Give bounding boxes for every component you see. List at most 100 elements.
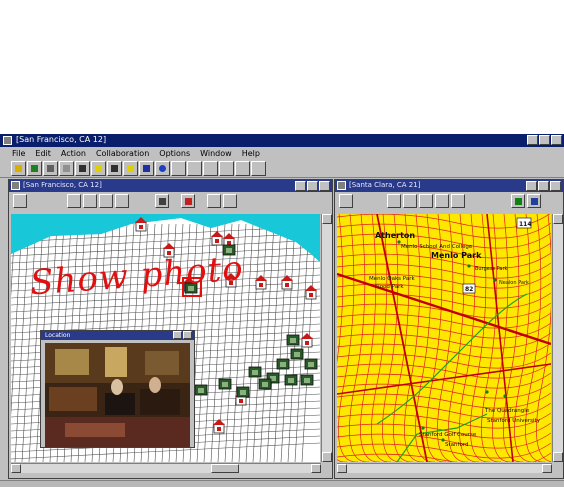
- select-button[interactable]: [75, 161, 90, 176]
- left-minimize-button[interactable]: [295, 181, 306, 191]
- pointer-tool-button[interactable]: [339, 194, 353, 208]
- poi-dot: [397, 240, 401, 244]
- right-tool-2[interactable]: [387, 194, 401, 208]
- house-door-icon: [309, 293, 313, 297]
- poi-dot: [485, 390, 489, 394]
- toolbar-spacer: [197, 194, 205, 211]
- menu-collaboration[interactable]: Collaboration: [96, 148, 149, 160]
- map-label: Stanford: [445, 442, 468, 448]
- map-button[interactable]: [27, 161, 42, 176]
- poi-dot: [503, 394, 507, 398]
- left-tool-4[interactable]: [99, 194, 113, 208]
- right-window-title: [Santa Clara, CA 21]: [349, 181, 421, 189]
- tool-button-14[interactable]: [219, 161, 234, 176]
- map-label: Nealon Park: [499, 280, 529, 286]
- minimize-button[interactable]: [527, 135, 538, 145]
- menu-action[interactable]: Action: [61, 148, 86, 160]
- avatar-tool-button[interactable]: [527, 194, 541, 208]
- window-system-icon[interactable]: [11, 181, 20, 190]
- camera-lens-icon: [280, 362, 286, 367]
- camera-tool-button[interactable]: [155, 194, 169, 208]
- menu-file[interactable]: File: [12, 148, 25, 160]
- house-door-icon: [239, 399, 243, 403]
- app-title: [San Francisco, CA 12]: [16, 135, 107, 144]
- menu-help[interactable]: Help: [242, 148, 260, 160]
- left-horizontal-scrollbar[interactable]: [11, 463, 321, 473]
- left-tool-2[interactable]: [67, 194, 81, 208]
- photo-minimize-button[interactable]: [173, 331, 182, 339]
- tool-button-13[interactable]: [203, 161, 218, 176]
- system-menu-icon[interactable]: [3, 136, 12, 145]
- photo-close-button[interactable]: [183, 331, 192, 339]
- menu-options[interactable]: Options: [159, 148, 190, 160]
- right-tool-5[interactable]: [435, 194, 449, 208]
- left-tool-5[interactable]: [115, 194, 129, 208]
- left-map-toolbar: [9, 192, 332, 213]
- santa-clara-map-window: [Santa Clara, CA 21] Atherton Menlo Park M…: [334, 179, 564, 479]
- zoom-button[interactable]: [59, 161, 74, 176]
- camera-lens-icon: [198, 388, 204, 393]
- route-button[interactable]: [139, 161, 154, 176]
- camera-lens-icon: [308, 362, 314, 367]
- santa-clara-map-canvas[interactable]: Atherton Menlo ParkMenlo School And Colle…: [337, 214, 551, 462]
- house-tool-button[interactable]: [181, 194, 195, 208]
- menu-window[interactable]: Window: [200, 148, 232, 160]
- maximize-button[interactable]: [539, 135, 550, 145]
- tool-button-16[interactable]: [251, 161, 266, 176]
- left-tool-3[interactable]: [83, 194, 97, 208]
- right-maximize-button[interactable]: [538, 181, 549, 191]
- map-label: Menlo School And College: [401, 244, 473, 250]
- photo-window[interactable]: Location: [40, 330, 195, 448]
- left-close-button[interactable]: [319, 181, 330, 191]
- right-window-titlebar: [Santa Clara, CA 21]: [335, 180, 563, 192]
- camera-lens-icon: [240, 390, 246, 395]
- house-door-icon: [139, 225, 143, 229]
- traffic-light-button[interactable]: [511, 194, 525, 208]
- left-maximize-button[interactable]: [307, 181, 318, 191]
- map-label: Stanford University: [487, 418, 541, 424]
- menu-edit[interactable]: Edit: [35, 148, 51, 160]
- map-label: Flood Park: [375, 284, 404, 290]
- window-system-icon[interactable]: [337, 181, 346, 190]
- poi-dot: [467, 264, 471, 268]
- toolbar-spacer: [171, 194, 179, 211]
- map-label: Stanford Golf Course: [419, 432, 477, 438]
- map-label: 114: [519, 221, 532, 228]
- marker-button[interactable]: [91, 161, 106, 176]
- camera-lens-icon: [288, 378, 294, 383]
- house-door-icon: [215, 239, 219, 243]
- right-tool-3[interactable]: [403, 194, 417, 208]
- close-button[interactable]: [551, 135, 562, 145]
- tool-button-11[interactable]: [171, 161, 186, 176]
- photo-window-titlebar: Location: [41, 331, 194, 340]
- right-horizontal-scrollbar[interactable]: [337, 463, 552, 473]
- tool-button-12[interactable]: [187, 161, 202, 176]
- map-label: The Quadrangle: [484, 408, 530, 414]
- right-tool-4[interactable]: [419, 194, 433, 208]
- hotel-lobby-photo: [45, 343, 190, 447]
- print-button[interactable]: [43, 161, 58, 176]
- right-minimize-button[interactable]: [526, 181, 537, 191]
- highlight-button[interactable]: [123, 161, 138, 176]
- left-vertical-scrollbar[interactable]: [321, 214, 332, 462]
- poi-dot: [421, 426, 425, 430]
- map-label: Menlo Park: [431, 251, 482, 260]
- app-titlebar: [San Francisco, CA 12]: [0, 134, 564, 147]
- house-door-icon: [217, 427, 221, 431]
- santa-clara-map[interactable]: Atherton Menlo Park Menlo School And Colle…: [337, 214, 551, 462]
- pointer-tool-button[interactable]: [13, 194, 27, 208]
- left-tool-9[interactable]: [223, 194, 237, 208]
- left-tool-8[interactable]: [207, 194, 221, 208]
- globe-button[interactable]: [155, 161, 170, 176]
- right-tool-6[interactable]: [451, 194, 465, 208]
- right-close-button[interactable]: [550, 181, 561, 191]
- toolbar-spacer: [467, 194, 509, 211]
- camera-lens-icon: [262, 382, 268, 387]
- tool-button-15[interactable]: [235, 161, 250, 176]
- camera-lens-icon: [304, 378, 310, 383]
- right-vertical-scrollbar[interactable]: [552, 214, 563, 462]
- camera-button[interactable]: [107, 161, 122, 176]
- left-window-titlebar: [San Francisco, CA 12]: [9, 180, 332, 192]
- open-button[interactable]: [11, 161, 26, 176]
- photo-window-title: Location: [45, 332, 71, 339]
